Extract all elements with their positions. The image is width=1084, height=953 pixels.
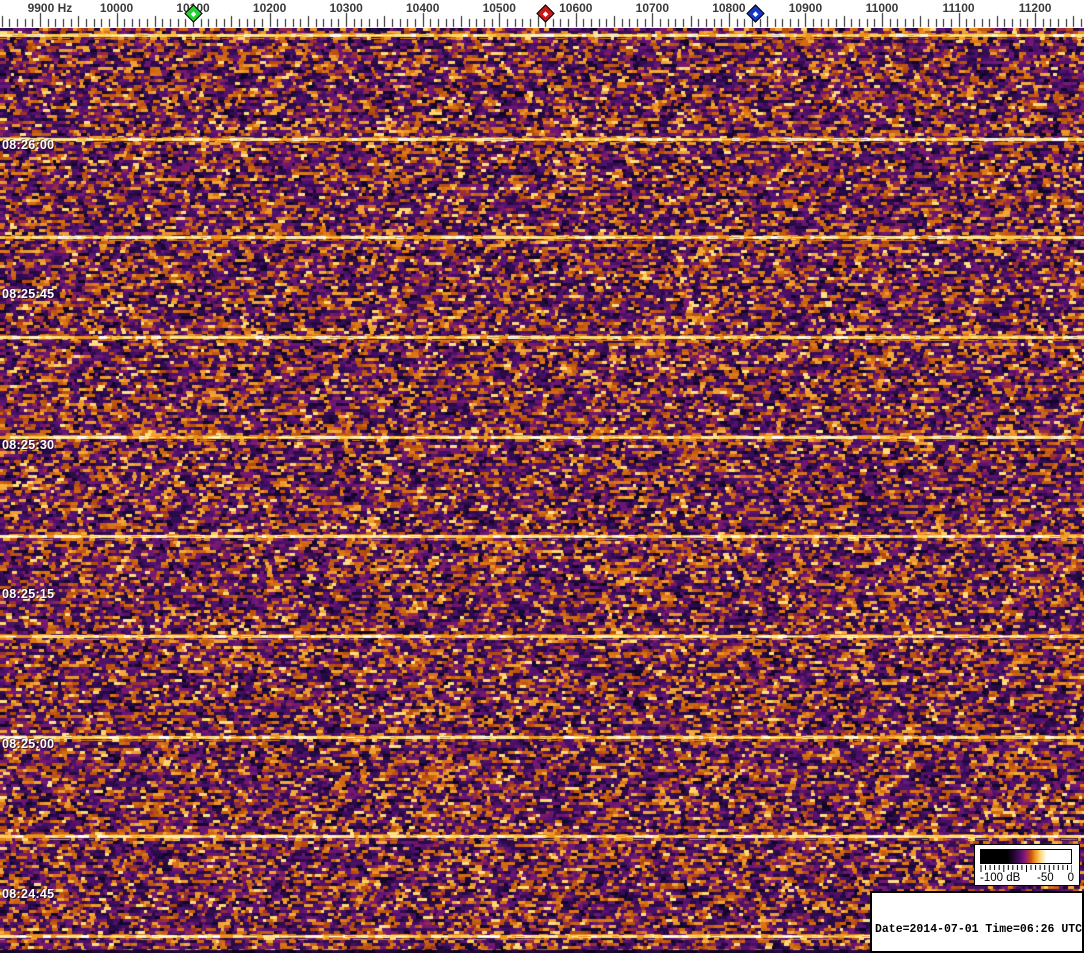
time-label: 08:25:15 <box>2 587 55 601</box>
time-label: 08:25:00 <box>2 737 55 751</box>
frequency-axis: 9900 Hz100001010010200103001040010500106… <box>0 0 1084 28</box>
spectrogram-waterfall[interactable] <box>0 28 1084 953</box>
colorbar-min-label: -100 dB <box>980 872 1021 884</box>
marker-center-dot <box>542 10 549 17</box>
freq-tick-label: 11200 <box>1018 1 1052 15</box>
freq-tick-label: 10700 <box>635 1 670 15</box>
freq-tick-label: 11100 <box>942 1 975 15</box>
colorbar-legend: -100 dB -50 0 <box>974 844 1080 886</box>
freq-tick-label: 10800 <box>712 1 746 15</box>
freq-tick-label: 11000 <box>865 1 899 15</box>
freq-tick-label: 10300 <box>329 1 363 15</box>
info-date-time: Date=2014-07-01 Time=06:26 UTC <box>875 923 1083 936</box>
time-label: 08:24:45 <box>2 887 55 901</box>
colorbar-ruler-ticks <box>980 865 1072 872</box>
time-label: 08:26:00 <box>2 138 55 152</box>
time-label: 08:25:30 <box>2 438 55 452</box>
freq-tick-label: 10400 <box>406 1 440 15</box>
freq-tick-label: 10200 <box>252 1 287 15</box>
colorbar-gradient <box>980 849 1072 864</box>
marker-center-dot <box>752 10 759 17</box>
freq-tick-label: 9900 Hz <box>27 1 73 15</box>
spectrogram-app: 9900 Hz100001010010200103001040010500106… <box>0 0 1084 953</box>
colorbar-max-label: 0 <box>1067 872 1074 884</box>
time-label: 08:25:45 <box>2 287 55 301</box>
observation-info-box: Date=2014-07-01 Time=06:26 UTC Freq=143 … <box>870 891 1084 953</box>
colorbar-mid-label: -50 <box>1037 872 1054 884</box>
freq-tick-label: 10900 <box>788 1 823 15</box>
freq-tick-label: 10500 <box>482 1 516 15</box>
marker-center-dot <box>190 10 196 17</box>
freq-tick-label: 10000 <box>99 1 134 15</box>
freq-tick-label: 10600 <box>559 1 593 15</box>
